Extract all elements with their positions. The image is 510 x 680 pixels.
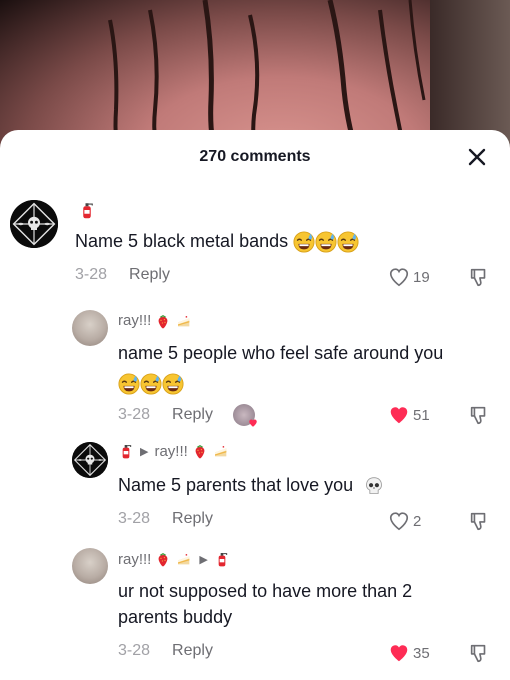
- comment-date: 3-28: [118, 642, 151, 659]
- avatar[interactable]: [72, 548, 108, 584]
- dislike-icon: [468, 266, 490, 288]
- like-button[interactable]: 2: [388, 510, 421, 532]
- reply-button[interactable]: Reply: [129, 266, 170, 284]
- dislike-icon: [468, 510, 490, 532]
- dislike-button[interactable]: [468, 266, 490, 293]
- reply-button[interactable]: Reply: [172, 642, 213, 660]
- like-count: 51: [413, 406, 430, 424]
- sweat-smile-emoji: [293, 231, 359, 251]
- username[interactable]: ray!!!: [118, 551, 151, 568]
- heart-icon: [388, 266, 410, 288]
- comment-text: Name 5 parents that love you: [118, 475, 354, 495]
- strawberry-emoji: [155, 313, 171, 329]
- avatar[interactable]: [10, 200, 58, 248]
- close-button[interactable]: [464, 144, 490, 170]
- cake-emoji: [175, 551, 193, 567]
- comment-date: 3-28: [75, 266, 108, 283]
- dislike-icon: [468, 404, 490, 426]
- close-icon: [468, 148, 486, 166]
- username[interactable]: ray!!!: [154, 443, 187, 460]
- comment-text: Name 5 black metal bands: [75, 231, 289, 251]
- heart-icon: [388, 404, 410, 426]
- fire-extinguisher-icon: [214, 550, 230, 568]
- avatar[interactable]: [72, 310, 108, 346]
- skull-emoji: [364, 476, 384, 496]
- heart-icon: [388, 510, 410, 532]
- comment-date: 3-28: [118, 406, 151, 423]
- avatar[interactable]: [72, 442, 108, 478]
- like-count: 35: [413, 644, 430, 662]
- like-button[interactable]: 51: [388, 404, 430, 426]
- fire-extinguisher-icon: [118, 442, 134, 460]
- comments-count-title: 270 comments: [199, 148, 311, 165]
- comment-date: 3-28: [118, 510, 151, 527]
- like-button[interactable]: 35: [388, 642, 430, 664]
- like-count: 2: [413, 512, 422, 530]
- username[interactable]: ray!!!: [118, 312, 151, 329]
- comment-text-continued: parents buddy: [118, 607, 233, 627]
- reply-button[interactable]: Reply: [172, 510, 213, 528]
- reply-button[interactable]: Reply: [172, 406, 213, 424]
- cake-emoji: [212, 443, 230, 459]
- heart-icon: [248, 418, 258, 428]
- strawberry-emoji: [192, 443, 208, 459]
- dislike-button[interactable]: [468, 642, 490, 669]
- like-button[interactable]: 19: [388, 266, 430, 288]
- dislike-icon: [468, 642, 490, 664]
- caret-right-icon: ▶: [199, 553, 208, 566]
- heart-icon: [388, 642, 410, 664]
- comments-panel: 270 comments Name 5 black metal bands 3-…: [0, 130, 510, 680]
- cake-emoji: [175, 313, 193, 329]
- comment-text: ur not supposed to have more than 2: [118, 581, 413, 601]
- fire-extinguisher-icon: [78, 200, 96, 220]
- like-count: 19: [413, 268, 430, 286]
- comment-text: name 5 people who feel safe around you: [118, 343, 444, 363]
- caret-right-icon: ▶: [140, 445, 149, 458]
- dislike-button[interactable]: [468, 404, 490, 431]
- strawberry-emoji: [155, 551, 171, 567]
- creator-liked-avatar: [232, 404, 258, 428]
- dislike-button[interactable]: [468, 510, 490, 537]
- sweat-smile-emoji: [118, 370, 498, 396]
